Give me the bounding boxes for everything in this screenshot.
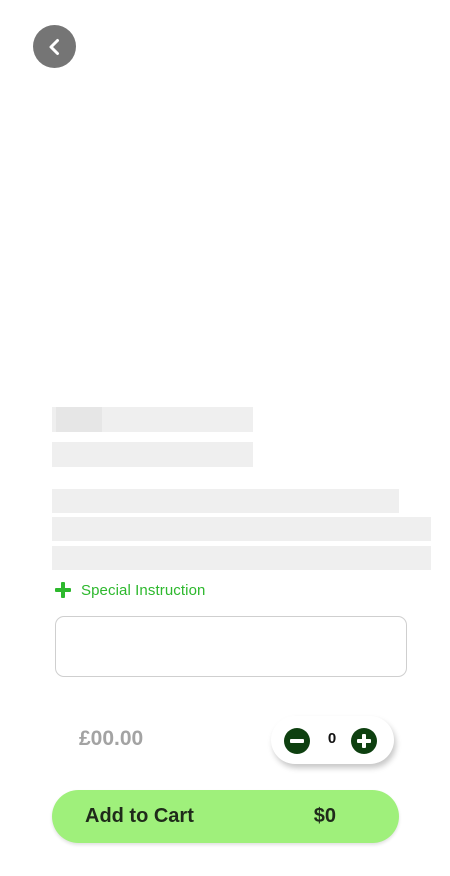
product-subtitle-placeholder <box>52 442 253 467</box>
back-button[interactable] <box>33 25 76 68</box>
chevron-left-icon <box>45 37 65 57</box>
quantity-value: 0 <box>327 730 337 747</box>
add-to-cart-button[interactable]: Add to Cart $0 <box>52 790 399 843</box>
product-title-placeholder <box>52 407 253 432</box>
special-instruction-input[interactable] <box>55 616 407 677</box>
skeleton-shimmer <box>56 407 102 432</box>
increment-quantity-button[interactable] <box>351 728 377 754</box>
plus-icon <box>53 580 73 600</box>
product-description-placeholder-line <box>52 546 431 570</box>
product-description-placeholder-line <box>52 489 399 513</box>
special-instruction-label: Special Instruction <box>81 581 206 599</box>
item-price: £00.00 <box>79 727 144 750</box>
product-description-placeholder-line <box>52 517 431 541</box>
decrement-quantity-button[interactable] <box>284 728 310 754</box>
special-instruction-toggle[interactable]: Special Instruction <box>53 580 205 600</box>
cart-total: $0 <box>313 805 336 827</box>
quantity-stepper: 0 <box>271 716 394 764</box>
add-to-cart-label: Add to Cart <box>85 805 194 827</box>
